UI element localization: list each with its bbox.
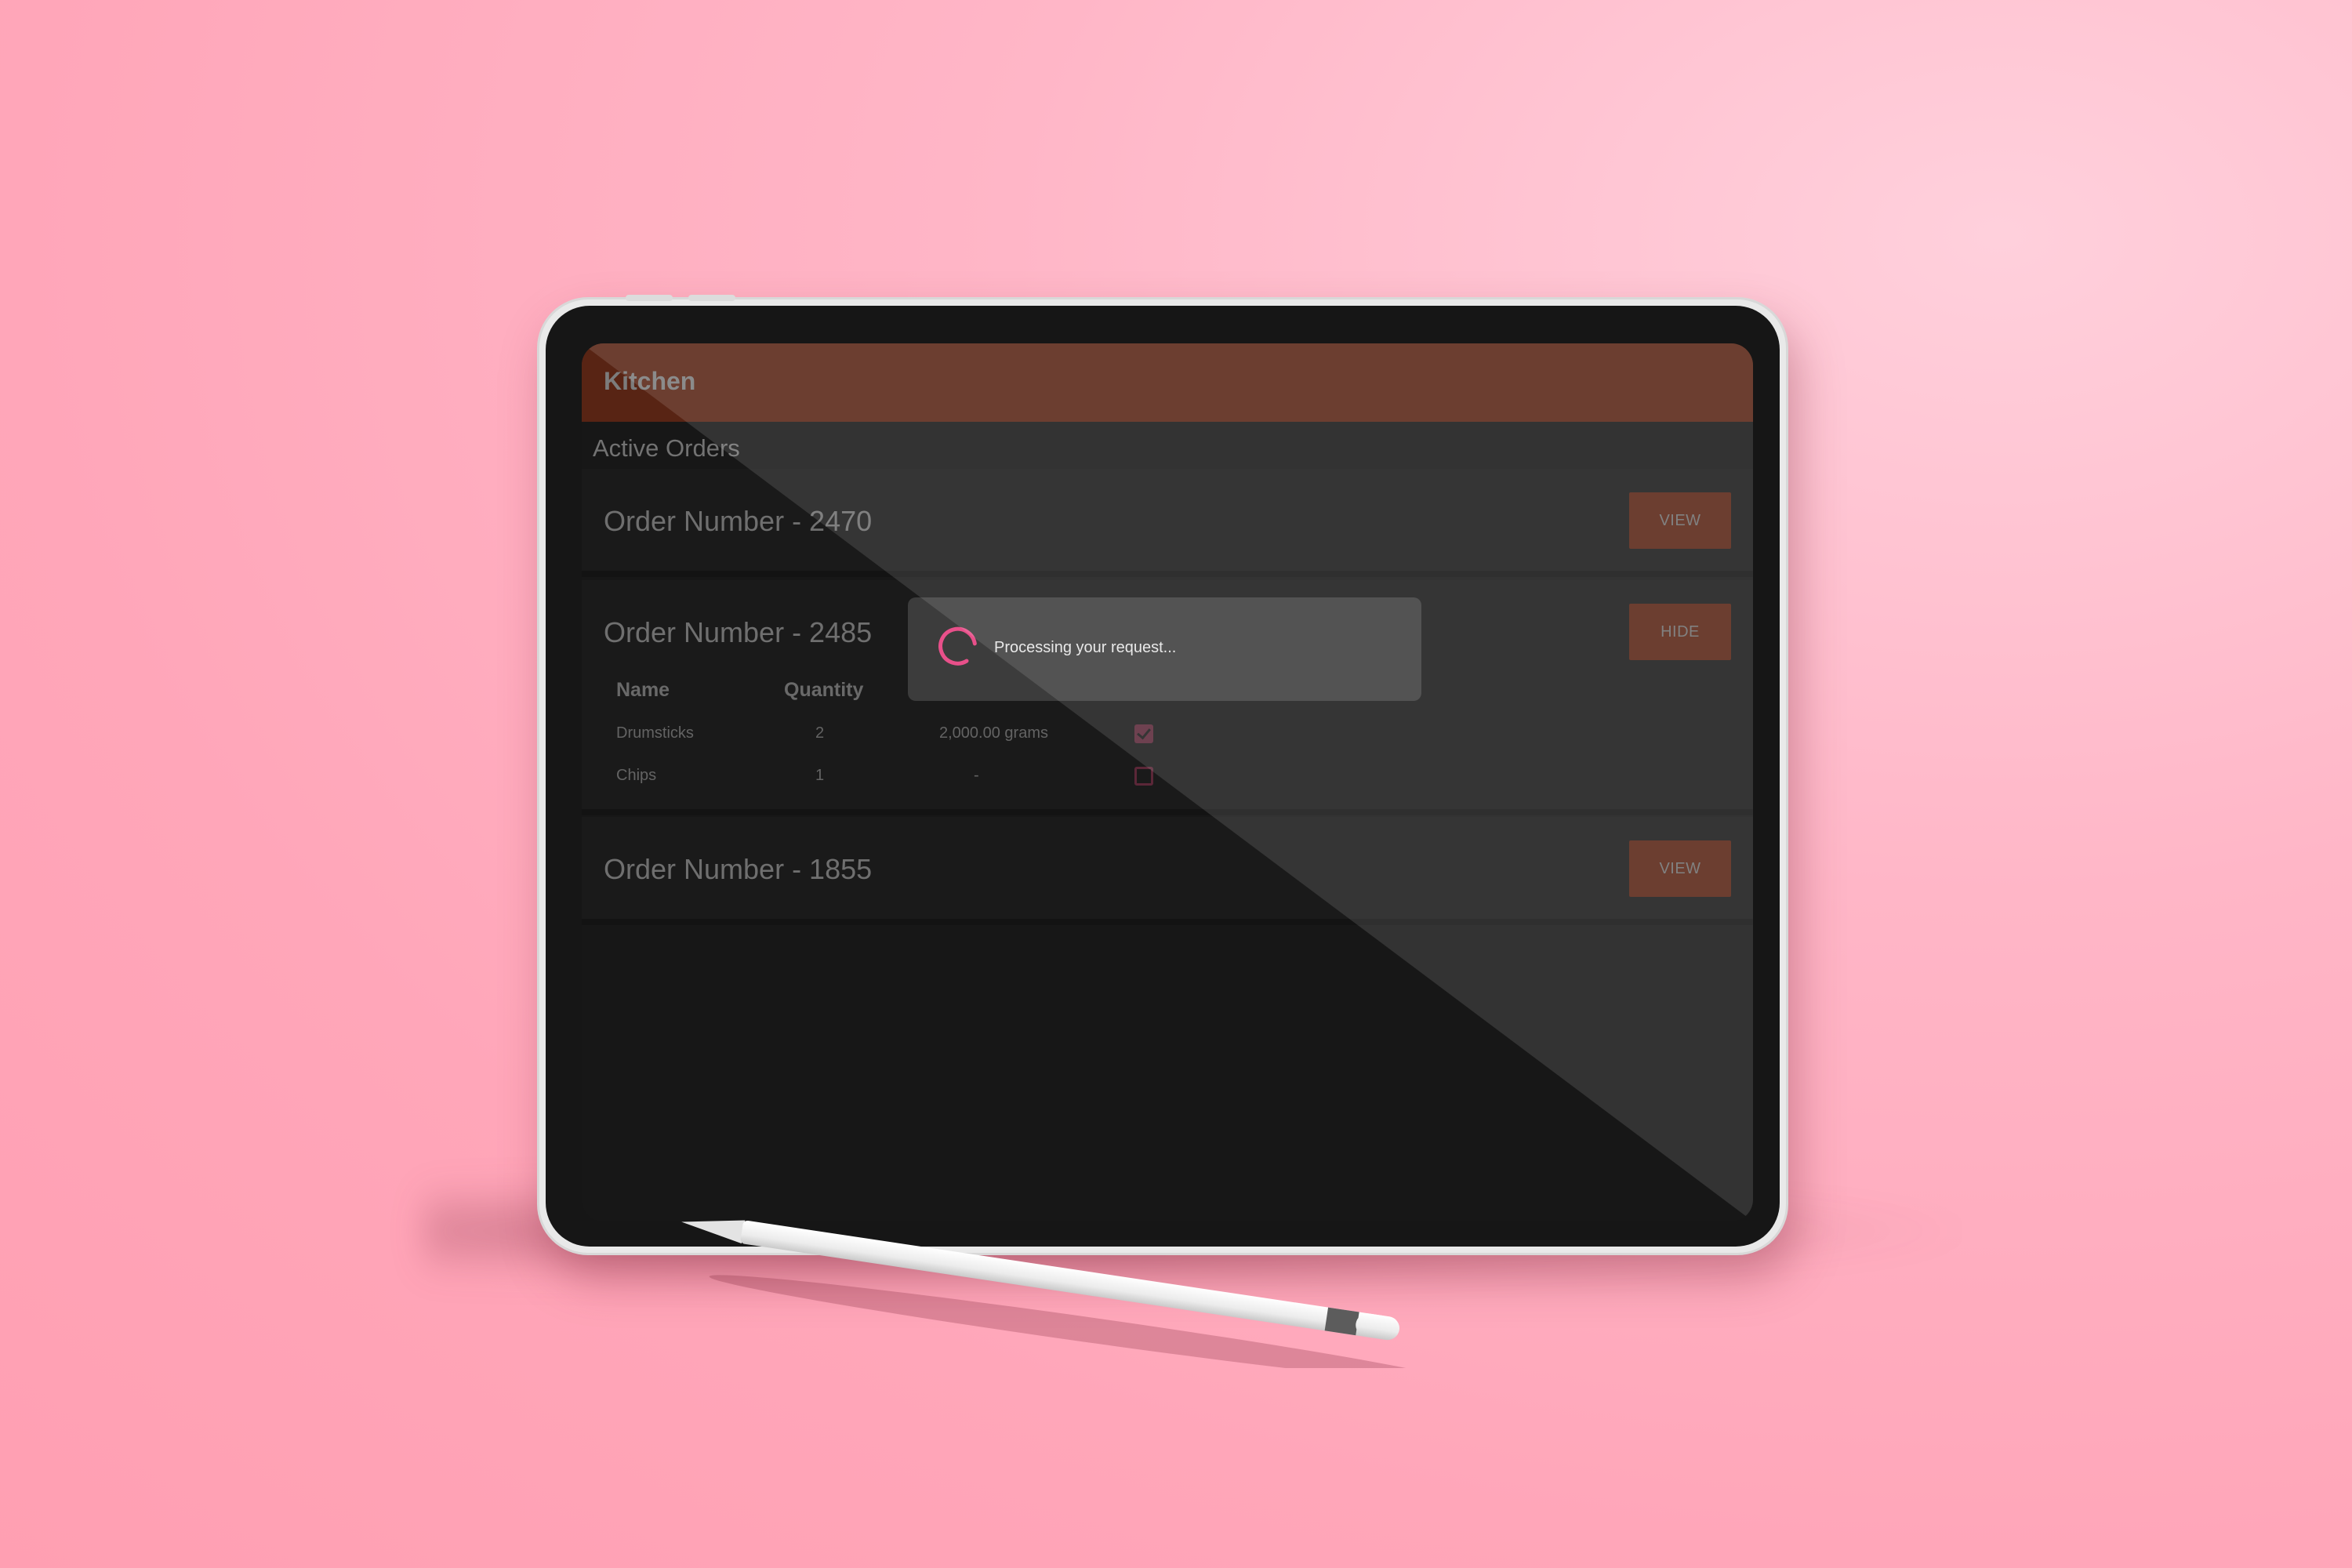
section-title: Active Orders	[593, 434, 740, 462]
order-title: Order Number - 2485	[604, 616, 873, 648]
view-order-button[interactable]: VIEW	[1629, 840, 1731, 897]
item-name: Chips	[616, 767, 657, 784]
column-header-quantity: Quantity	[784, 679, 864, 701]
item-name: Drumsticks	[616, 724, 694, 742]
volume-button	[626, 295, 673, 301]
app-screen: Kitchen Active Orders Order Number - 247…	[582, 343, 1753, 1221]
order-card-2470[interactable]: Order Number - 2470 VIEW	[582, 469, 1753, 577]
order-title: Order Number - 2470	[604, 505, 873, 537]
app-bar: Kitchen	[582, 343, 1753, 422]
item-weight: -	[974, 767, 979, 784]
loading-spinner-icon	[938, 626, 977, 666]
item-quantity: 2	[815, 724, 825, 742]
hide-order-button[interactable]: HIDE	[1629, 604, 1731, 660]
column-header-name: Name	[616, 679, 670, 701]
checkbox-empty-icon[interactable]	[1134, 767, 1153, 786]
tablet-bezel: Kitchen Active Orders Order Number - 247…	[546, 306, 1780, 1247]
dialog-message: Processing your request...	[994, 639, 1177, 656]
app-title: Kitchen	[604, 367, 696, 395]
view-order-button[interactable]: VIEW	[1629, 492, 1731, 549]
order-title: Order Number - 1855	[604, 853, 873, 885]
stylus-pencil-icon	[681, 1220, 1455, 1368]
item-weight: 2,000.00 grams	[939, 724, 1048, 742]
checkbox-checked-icon[interactable]	[1134, 724, 1153, 743]
tablet-device: Kitchen Active Orders Order Number - 247…	[539, 295, 1786, 1253]
order-card-1855[interactable]: Order Number - 1855 VIEW	[582, 817, 1753, 925]
item-quantity: 1	[815, 767, 825, 784]
progress-dialog: Processing your request...	[908, 597, 1421, 701]
volume-button	[688, 295, 735, 301]
